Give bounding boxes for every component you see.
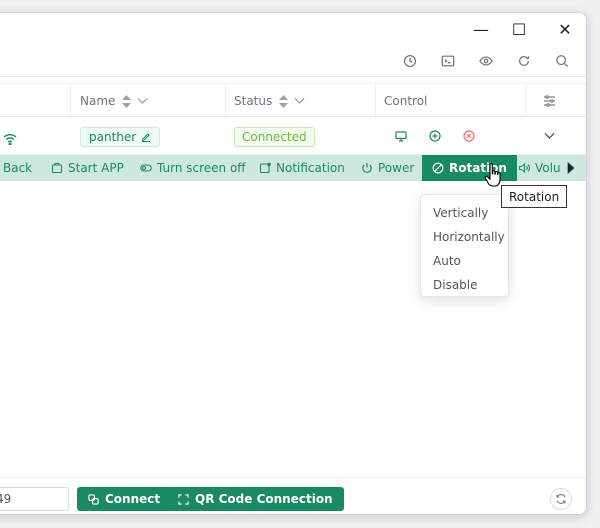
status-badge: Connected (234, 127, 315, 147)
column-divider (375, 84, 376, 118)
rotation-option-auto[interactable]: Auto (421, 249, 508, 273)
search-icon[interactable] (552, 51, 572, 71)
device-name-tag[interactable]: panther (80, 127, 161, 147)
footer-bar: 49 Connect QR Code Connection (0, 477, 586, 514)
refresh-devices-button[interactable] (550, 488, 572, 510)
column-header-status[interactable]: Status (234, 84, 305, 118)
toggle-icon (140, 164, 152, 172)
column-name-label: Name (80, 94, 116, 108)
disconnect-icon[interactable] (462, 129, 476, 143)
column-divider (70, 84, 71, 118)
refresh-icon[interactable] (514, 51, 534, 71)
link-icon (88, 493, 99, 505)
volume-button[interactable]: Volu (518, 155, 561, 181)
notification-label: Notification (276, 161, 345, 175)
sort-icon[interactable] (121, 94, 148, 108)
title-bar: — ☐ ✕ (0, 13, 586, 45)
app-window: — ☐ ✕ Name Status Control panther Connec… (0, 12, 587, 515)
rotation-dropdown-menu: Vertically Horizontally Auto Disable (420, 194, 509, 297)
power-button[interactable]: Power (361, 155, 414, 181)
start-app-label: Start APP (68, 161, 124, 175)
back-label: Back (3, 161, 33, 175)
chevron-down-icon[interactable] (542, 129, 556, 143)
top-toolbar (0, 45, 586, 77)
connect-label: Connect (105, 492, 161, 506)
rotation-option-disable[interactable]: Disable (421, 273, 508, 297)
turn-screen-off-button[interactable]: Turn screen off (140, 155, 246, 181)
turn-screen-off-label: Turn screen off (157, 161, 246, 175)
edit-icon[interactable] (141, 132, 151, 142)
power-icon (362, 163, 372, 173)
column-status-label: Status (234, 94, 273, 108)
monitor-icon[interactable] (394, 129, 408, 143)
rotation-tooltip: Rotation (501, 185, 568, 208)
rotation-option-horizontally[interactable]: Horizontally (421, 225, 508, 249)
connect-button[interactable]: Connect (77, 487, 172, 511)
power-label: Power (378, 161, 415, 175)
device-name-text: panther (89, 130, 137, 144)
refresh-icon (556, 494, 566, 504)
hand-cursor-icon (484, 163, 501, 187)
scan-icon (178, 493, 189, 505)
column-divider (225, 84, 226, 118)
terminal-icon[interactable] (438, 51, 458, 71)
column-header-name[interactable]: Name (80, 84, 148, 118)
volume-label: Volu (535, 161, 561, 175)
column-header-control: Control (384, 84, 427, 118)
maximize-button[interactable]: ☐ (505, 19, 533, 39)
qr-code-connection-label: QR Code Connection (195, 492, 333, 506)
table-header: Name Status Control (0, 83, 586, 118)
scroll-right-arrow-icon[interactable] (565, 155, 577, 181)
column-control-label: Control (384, 94, 428, 108)
minimize-button[interactable]: — (467, 19, 495, 39)
qr-code-connection-button[interactable]: QR Code Connection (167, 487, 344, 511)
clock-icon[interactable] (400, 51, 420, 71)
volume-icon (518, 162, 530, 174)
column-divider (525, 84, 526, 118)
sort-icon[interactable] (278, 94, 305, 108)
rotation-icon (432, 162, 444, 174)
close-button[interactable]: ✕ (551, 19, 579, 39)
column-settings-icon[interactable] (543, 84, 556, 118)
back-button[interactable]: Back (3, 155, 32, 181)
add-circle-icon[interactable] (428, 129, 442, 143)
table-row[interactable]: panther Connected (0, 117, 586, 155)
address-input[interactable]: 49 (0, 487, 69, 511)
start-app-button[interactable]: Start APP (51, 155, 124, 181)
app-icon (51, 162, 63, 174)
notification-icon (259, 162, 271, 174)
rotation-option-vertically[interactable]: Vertically (421, 201, 508, 225)
notification-button[interactable]: Notification (259, 155, 345, 181)
wifi-icon (3, 130, 17, 149)
eye-icon[interactable] (476, 51, 496, 71)
